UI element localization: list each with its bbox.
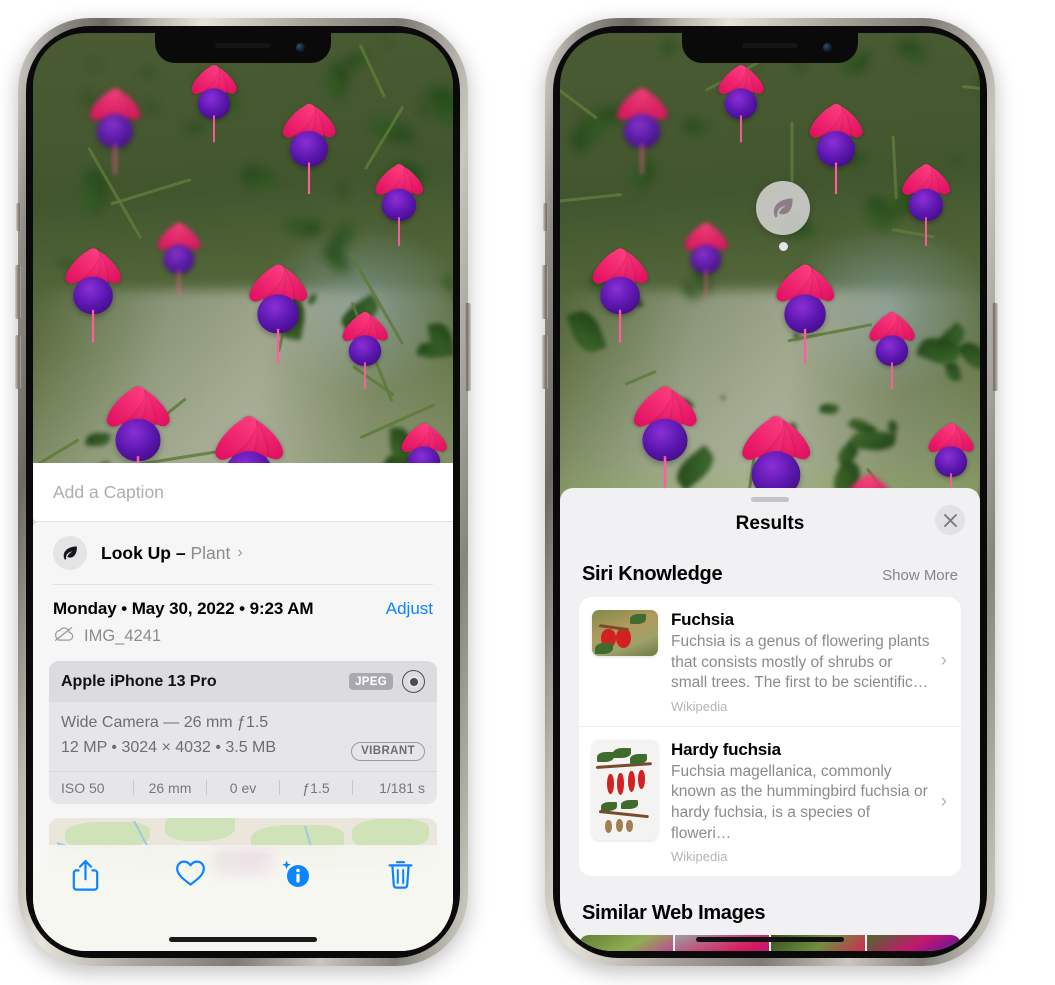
lens-line: Wide Camera — 26 mm ƒ1.5 — [61, 714, 269, 731]
chevron-right-icon: › — [940, 650, 947, 672]
section-title-siri-knowledge: Siri Knowledge — [582, 563, 723, 585]
notch — [682, 33, 858, 63]
exif-stat-shutter: 1/181 s — [379, 779, 425, 796]
look-up-subject: Plant — [190, 542, 231, 563]
list-item[interactable]: Hardy fuchsia Fuchsia magellanica, commo… — [579, 725, 961, 876]
raw-circle-icon — [402, 670, 425, 693]
filename-row: IMG_4241 — [53, 626, 433, 647]
icloud-slash-icon — [53, 626, 75, 647]
show-more-button[interactable]: Show More — [882, 567, 958, 584]
adjust-button[interactable]: Adjust — [386, 599, 433, 619]
mute-switch[interactable] — [543, 203, 548, 231]
sheet-title-row: Results — [560, 505, 980, 535]
device-model: Apple iPhone 13 Pro — [61, 672, 217, 690]
section-title-similar-web-images: Similar Web Images — [582, 902, 766, 925]
similar-image-thumbnail[interactable] — [579, 935, 675, 951]
similar-web-images-header: Similar Web Images — [560, 876, 980, 935]
exif-stats-row: ISO 50 26 mm 0 ev ƒ1.5 1/181 s — [49, 770, 437, 804]
style-badge: VIBRANT — [351, 741, 425, 761]
exif-stat-iso: ISO 50 — [61, 779, 105, 796]
result-source: Wikipedia — [671, 698, 728, 714]
delete-button[interactable] — [348, 859, 453, 890]
front-camera — [823, 43, 832, 52]
result-thumbnail — [592, 739, 658, 840]
results-sheet: Results Siri Knowledge Show More Fuchsia… — [560, 488, 980, 951]
result-description: Fuchsia magellanica, commonly known as t… — [671, 762, 928, 842]
result-title: Fuchsia — [671, 610, 734, 629]
look-up-title: Look Up – — [101, 542, 191, 563]
notch — [155, 33, 331, 63]
mute-switch[interactable] — [16, 203, 21, 231]
result-title: Hardy fuchsia — [671, 739, 781, 759]
look-up-row[interactable]: ✦ ✦ Look Up – Plant › — [33, 516, 453, 584]
leaf-icon — [53, 536, 87, 570]
exif-stat-ev: 0 ev — [229, 779, 257, 796]
phone-screen-right: Results Siri Knowledge Show More Fuchsia… — [560, 33, 980, 951]
photo-date: Monday • May 30, 2022 • 9:23 AM — [53, 599, 314, 618]
share-button[interactable] — [33, 859, 138, 892]
result-thumbnail — [592, 610, 658, 656]
filename-text: IMG_4241 — [84, 627, 162, 645]
power-button[interactable] — [992, 303, 998, 391]
exif-stat-focal: 26 mm — [148, 779, 192, 796]
info-button[interactable] — [243, 859, 348, 889]
sheet-grabber[interactable] — [751, 497, 789, 502]
look-up-label: Look Up – Plant — [101, 543, 230, 564]
caption-placeholder: Add a Caption — [53, 481, 164, 502]
exif-stat-aperture: ƒ1.5 — [302, 779, 330, 796]
chevron-right-icon: › — [940, 790, 947, 812]
leaf-icon — [756, 181, 810, 235]
home-indicator[interactable] — [169, 937, 317, 942]
phone-screen-left: Add a Caption ✦ ✦ Look Up – Plant › Mon — [33, 33, 453, 951]
phone-left: Add a Caption ✦ ✦ Look Up – Plant › Mon — [15, 18, 471, 966]
sparkle-icon-large: ✦ — [33, 516, 39, 532]
visual-lookup-badge[interactable] — [756, 181, 810, 251]
power-button[interactable] — [465, 303, 471, 391]
volume-down-button[interactable] — [542, 335, 548, 389]
result-body: Fuchsia Fuchsia is a genus of flowering … — [671, 610, 948, 714]
volume-up-button[interactable] — [542, 265, 548, 319]
exif-device-row: Apple iPhone 13 Pro JPEG — [49, 661, 437, 702]
front-camera — [296, 43, 305, 52]
volume-down-button[interactable] — [15, 335, 21, 389]
volume-up-button[interactable] — [15, 265, 21, 319]
photo-toolbar — [33, 845, 453, 951]
result-source: Wikipedia — [671, 849, 728, 865]
badge-anchor-dot — [778, 242, 788, 251]
result-body: Hardy fuchsia Fuchsia magellanica, commo… — [671, 740, 948, 864]
close-icon[interactable] — [935, 505, 965, 535]
earpiece-speaker — [742, 43, 798, 48]
list-item[interactable]: Fuchsia Fuchsia is a genus of flowering … — [579, 597, 961, 726]
similar-image-thumbnail[interactable] — [867, 935, 961, 951]
format-badge: JPEG — [349, 673, 393, 690]
exif-lens-row: Wide Camera — 26 mm ƒ1.5 12 MP • 3024 × … — [49, 702, 437, 771]
page-title: Results — [735, 513, 805, 534]
earpiece-speaker — [215, 43, 271, 48]
siri-knowledge-cards: Fuchsia Fuchsia is a genus of flowering … — [579, 597, 961, 877]
chevron-right-icon: › — [237, 544, 243, 561]
date-block: Monday • May 30, 2022 • 9:23 AM Adjust I… — [33, 585, 453, 647]
siri-knowledge-header: Siri Knowledge Show More — [560, 535, 980, 597]
screenshot-stage: Add a Caption ✦ ✦ Look Up – Plant › Mon — [0, 0, 1055, 985]
home-indicator[interactable] — [696, 937, 844, 942]
caption-field[interactable]: Add a Caption — [33, 463, 453, 522]
result-description: Fuchsia is a genus of flowering plants t… — [671, 633, 930, 692]
favorite-button[interactable] — [138, 859, 243, 887]
exif-card[interactable]: Apple iPhone 13 Pro JPEG Wide Camera — 2… — [49, 661, 437, 804]
phone-right: Results Siri Knowledge Show More Fuchsia… — [542, 18, 998, 966]
